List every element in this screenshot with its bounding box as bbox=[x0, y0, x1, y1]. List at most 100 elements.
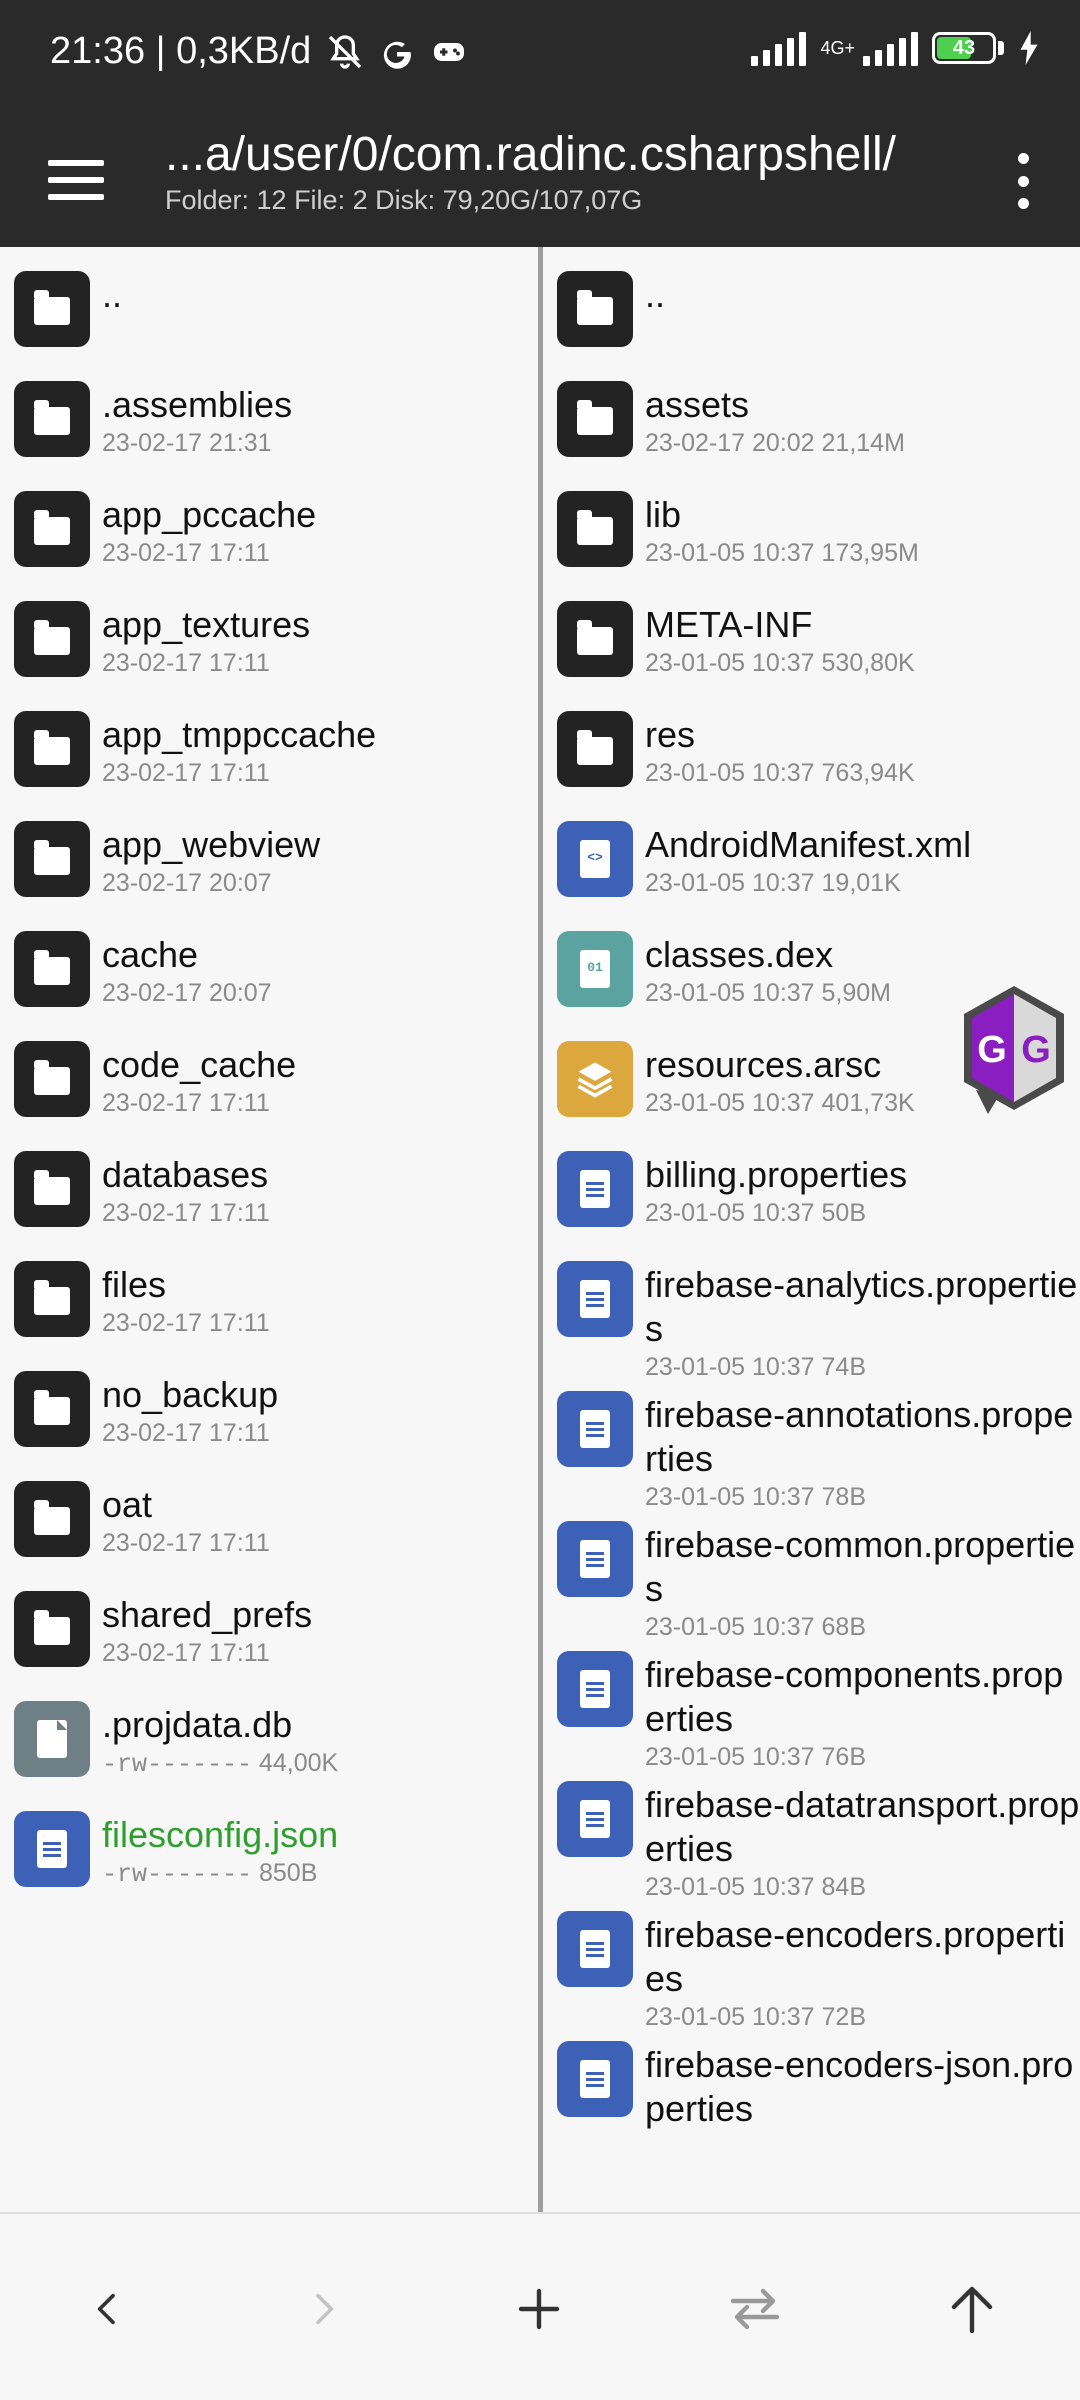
folder-icon bbox=[14, 381, 90, 457]
file-meta: 23-02-17 17:11 bbox=[102, 759, 270, 787]
entry-text: firebase-encoders.properties 23-01-05 10:… bbox=[645, 1903, 1080, 2033]
entry-name: firebase-encoders-json.properties bbox=[645, 2044, 1074, 2129]
entry-text: classes.dex 23-01-05 10:37 5,90M bbox=[645, 923, 891, 1009]
file-permissions: -rw------- bbox=[102, 1860, 253, 1889]
entry-name: AndroidManifest.xml bbox=[645, 824, 972, 865]
file-meta: 23-02-17 17:11 bbox=[102, 649, 270, 677]
entry-text: .. bbox=[102, 263, 122, 317]
left-file-panel[interactable]: .. .assemblies 23-02-17 21:31 app_pccache 23… bbox=[0, 247, 538, 2212]
folder-row[interactable]: app_pccache 23-02-17 17:11 bbox=[0, 483, 538, 593]
entry-name: assets bbox=[645, 384, 750, 425]
entry-name: lib bbox=[645, 494, 682, 535]
entry-name: firebase-annotations.properties bbox=[645, 1394, 1074, 1479]
text-file-icon bbox=[557, 1781, 633, 1857]
code-file-icon: <> bbox=[557, 821, 633, 897]
folder-row[interactable]: shared_prefs 23-02-17 17:11 bbox=[0, 1583, 538, 1693]
text-file-icon bbox=[557, 2041, 633, 2117]
binary-file-icon: 01 bbox=[557, 931, 633, 1007]
folder-icon bbox=[557, 381, 633, 457]
right-file-panel[interactable]: .. assets 23-02-17 20:02 21,14M lib 23-01-05… bbox=[543, 247, 1080, 2212]
right-file-list: .. assets 23-02-17 20:02 21,14M lib 23-01-05… bbox=[543, 247, 1080, 2143]
entry-text: code_cache 23-02-17 17:11 bbox=[102, 1033, 296, 1119]
folder-row[interactable]: oat 23-02-17 17:11 bbox=[0, 1473, 538, 1583]
entry-text: .projdata.db -rw------- 44,00K bbox=[102, 1693, 338, 1781]
file-meta: 23-02-17 20:07 bbox=[102, 979, 272, 1007]
google-icon bbox=[384, 41, 412, 69]
file-row[interactable]: firebase-analytics.properties 23-01-05 10… bbox=[543, 1253, 1080, 1383]
file-row[interactable]: firebase-datatransport.properties 23-01-0… bbox=[543, 1773, 1080, 1903]
folder-row[interactable]: .. bbox=[0, 263, 538, 373]
folder-row[interactable]: META-INF 23-01-05 10:37 530,80K bbox=[543, 593, 1080, 703]
file-row[interactable]: .projdata.db -rw------- 44,00K bbox=[0, 1693, 538, 1803]
file-meta: 23-02-17 17:11 bbox=[102, 1309, 270, 1337]
folder-icon bbox=[14, 1261, 90, 1337]
menu-icon[interactable] bbox=[48, 150, 104, 210]
entry-name: shared_prefs bbox=[102, 1594, 313, 1635]
file-row[interactable]: firebase-annotations.properties 23-01-05 … bbox=[543, 1383, 1080, 1513]
folder-row[interactable]: app_tmppccache 23-02-17 17:11 bbox=[0, 703, 538, 813]
entry-text: app_pccache 23-02-17 17:11 bbox=[102, 483, 316, 569]
file-meta: -rw------- 850B bbox=[102, 1857, 338, 1891]
file-meta: 23-01-05 10:37 401,73K bbox=[645, 1089, 915, 1117]
folder-row[interactable]: app_webview 23-02-17 20:07 bbox=[0, 813, 538, 923]
app: 21:36 | 0,3KB/d 4G+ 43 ...a/user/0/com.r… bbox=[0, 0, 1080, 2400]
entry-name: app_webview bbox=[102, 824, 321, 865]
folder-row[interactable]: no_backup 23-02-17 17:11 bbox=[0, 1363, 538, 1473]
charging-icon bbox=[1020, 31, 1038, 65]
file-row[interactable]: firebase-components.properties 23-01-05 1… bbox=[543, 1643, 1080, 1773]
entry-name: firebase-analytics.properties bbox=[645, 1264, 1078, 1349]
battery-icon: 43 bbox=[932, 32, 996, 64]
entry-name: no_backup bbox=[102, 1374, 279, 1415]
folder-row[interactable]: lib 23-01-05 10:37 173,95M bbox=[543, 483, 1080, 593]
folder-row[interactable]: app_textures 23-02-17 17:11 bbox=[0, 593, 538, 703]
entry-name: code_cache bbox=[102, 1044, 297, 1085]
folder-row[interactable]: res 23-01-05 10:37 763,94K bbox=[543, 703, 1080, 813]
entry-text: resources.arsc 23-01-05 10:37 401,73K bbox=[645, 1033, 915, 1119]
forward-icon[interactable] bbox=[283, 2269, 363, 2349]
file-row[interactable]: <> AndroidManifest.xml 23-01-05 10:37 19,0… bbox=[543, 813, 1080, 923]
file-row[interactable]: firebase-encoders-json.properties bbox=[543, 2033, 1080, 2143]
entry-text: shared_prefs 23-02-17 17:11 bbox=[102, 1583, 312, 1669]
file-row[interactable]: billing.properties 23-01-05 10:37 50B bbox=[543, 1143, 1080, 1253]
folder-icon bbox=[14, 601, 90, 677]
entry-text: no_backup 23-02-17 17:11 bbox=[102, 1363, 278, 1449]
entry-text: databases 23-02-17 17:11 bbox=[102, 1143, 270, 1229]
entry-name: cache bbox=[102, 934, 199, 975]
more-options-icon[interactable] bbox=[1006, 145, 1040, 217]
file-row[interactable]: firebase-encoders.properties 23-01-05 10:… bbox=[543, 1903, 1080, 2033]
entry-name: firebase-datatransport.properties bbox=[645, 1784, 1080, 1869]
file-size: 850B bbox=[258, 1859, 318, 1887]
file-meta: 23-01-05 10:37 84B bbox=[645, 1873, 867, 1901]
folder-icon bbox=[14, 1481, 90, 1557]
folder-row[interactable]: code_cache 23-02-17 17:11 bbox=[0, 1033, 538, 1143]
folder-icon bbox=[14, 931, 90, 1007]
folder-row[interactable]: assets 23-02-17 20:02 21,14M bbox=[543, 373, 1080, 483]
text-file-icon bbox=[557, 1261, 633, 1337]
entry-text: app_tmppccache 23-02-17 17:11 bbox=[102, 703, 376, 789]
swap-icon[interactable] bbox=[715, 2269, 795, 2349]
text-file-icon bbox=[14, 1811, 90, 1887]
file-meta: -rw------- 44,00K bbox=[102, 1747, 338, 1781]
add-icon[interactable] bbox=[499, 2269, 579, 2349]
folder-icon bbox=[14, 711, 90, 787]
folder-icon bbox=[557, 491, 633, 567]
folder-row[interactable]: .assemblies 23-02-17 21:31 bbox=[0, 373, 538, 483]
folder-row[interactable]: .. bbox=[543, 263, 1080, 373]
file-icon bbox=[14, 1701, 90, 1777]
folder-icon bbox=[14, 1041, 90, 1117]
entry-text: app_webview 23-02-17 20:07 bbox=[102, 813, 320, 899]
up-icon[interactable] bbox=[932, 2269, 1012, 2349]
file-meta: 23-02-17 20:07 bbox=[102, 869, 272, 897]
entry-text: .assemblies 23-02-17 21:31 bbox=[102, 373, 292, 459]
file-row[interactable]: firebase-common.properties 23-01-05 10:37… bbox=[543, 1513, 1080, 1643]
left-file-list: .. .assemblies 23-02-17 21:31 app_pccache 23… bbox=[0, 247, 538, 1913]
back-icon[interactable] bbox=[68, 2269, 148, 2349]
folder-row[interactable]: cache 23-02-17 20:07 bbox=[0, 923, 538, 1033]
file-row[interactable]: filesconfig.json -rw------- 850B bbox=[0, 1803, 538, 1913]
game-guardian-floating-button[interactable]: G G bbox=[956, 982, 1072, 1116]
folder-row[interactable]: files 23-02-17 17:11 bbox=[0, 1253, 538, 1363]
current-path: ...a/user/0/com.radinc.csharpshell/ bbox=[165, 128, 896, 181]
file-meta: 23-01-05 10:37 530,80K bbox=[645, 649, 915, 677]
entry-text: firebase-analytics.properties 23-01-05 10… bbox=[645, 1253, 1080, 1383]
folder-row[interactable]: databases 23-02-17 17:11 bbox=[0, 1143, 538, 1253]
